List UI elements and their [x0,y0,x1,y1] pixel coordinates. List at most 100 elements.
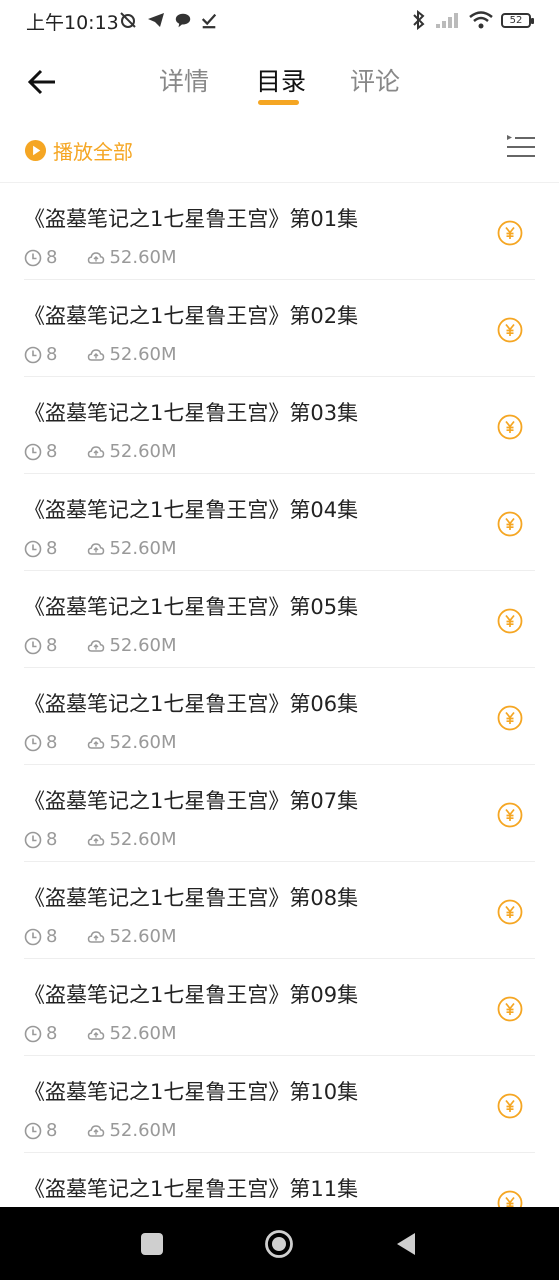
yuan-coin-icon[interactable] [497,1190,523,1207]
yuan-coin-icon[interactable] [497,414,523,440]
episode-row[interactable]: 《盗墓笔记之1七星鲁王宫》第07集 8 52.60M [24,765,535,862]
cloud-upload-icon [88,833,105,846]
episode-size-group: 52.60M [87,1120,177,1141]
episode-meta: 8 52.60M [24,829,177,850]
episode-size: 52.60M [109,1023,177,1044]
sort-list-icon[interactable] [505,132,537,164]
episode-size: 52.60M [109,635,177,656]
chat-bubble-icon [175,13,191,28]
episode-meta: 8 52.60M [24,635,177,656]
episode-size: 52.60M [109,829,177,850]
status-bar: 上午10:13 52 [0,0,559,44]
episode-row[interactable]: 《盗墓笔记之1七星鲁王宫》第08集 8 52.60M [24,862,535,959]
episode-duration: 8 [46,635,58,656]
episode-duration: 8 [46,926,58,947]
episode-meta: 8 52.60M [24,344,177,365]
episode-list[interactable]: 《盗墓笔记之1七星鲁王宫》第01集 8 52.60M 《盗墓笔记之1七星鲁王宫》… [0,183,559,1207]
episode-row[interactable]: 《盗墓笔记之1七星鲁王宫》第01集 8 52.60M [24,183,535,280]
episode-title: 《盗墓笔记之1七星鲁王宫》第08集 [24,886,359,910]
clock-icon [24,831,42,848]
episode-size-group: 52.60M [87,1023,177,1044]
episode-title: 《盗墓笔记之1七星鲁王宫》第11集 [24,1177,359,1201]
system-nav-bar [0,1207,559,1280]
yuan-coin-icon[interactable] [497,899,523,925]
yuan-coin-icon[interactable] [497,608,523,634]
status-left-icons [118,10,218,30]
episode-title: 《盗墓笔记之1七星鲁王宫》第05集 [24,595,359,619]
yuan-coin-icon[interactable] [497,996,523,1022]
episode-title: 《盗墓笔记之1七星鲁王宫》第09集 [24,983,359,1007]
episode-size-group: 52.60M [87,441,177,462]
episode-row[interactable]: 《盗墓笔记之1七星鲁王宫》第09集 8 52.60M [24,959,535,1056]
signal-icon [436,13,458,28]
episode-duration: 8 [46,538,58,559]
cloud-upload-icon [88,1124,105,1137]
episode-size-group: 52.60M [87,926,177,947]
episode-row[interactable]: 《盗墓笔记之1七星鲁王宫》第06集 8 52.60M [24,668,535,765]
status-time: 上午10:13 [26,12,119,34]
back-triangle-icon[interactable] [392,1229,422,1259]
yuan-coin-icon[interactable] [497,705,523,731]
episode-title: 《盗墓笔记之1七星鲁王宫》第10集 [24,1080,359,1104]
yuan-coin-icon[interactable] [497,1093,523,1119]
telegram-icon [148,13,164,27]
episode-size-group: 52.60M [87,538,177,559]
clock-icon [24,928,42,945]
episode-row[interactable]: 《盗墓笔记之1七星鲁王宫》第03集 8 52.60M [24,377,535,474]
clock-icon [24,1025,42,1042]
play-all-button[interactable]: 播放全部 [24,136,133,165]
cloud-upload-icon [88,542,105,555]
yuan-coin-icon[interactable] [497,220,523,246]
episode-title: 《盗墓笔记之1七星鲁王宫》第07集 [24,789,359,813]
recents-square-icon[interactable] [137,1229,167,1259]
episode-size: 52.60M [109,538,177,559]
cloud-upload-icon [88,736,105,749]
clock-icon [24,637,42,654]
play-all-label: 播放全部 [53,140,133,164]
episode-meta: 8 52.60M [24,732,177,753]
episode-row[interactable]: 《盗墓笔记之1七星鲁王宫》第05集 8 52.60M [24,571,535,668]
yuan-coin-icon[interactable] [497,802,523,828]
episode-duration: 8 [46,1023,58,1044]
clock-icon [24,540,42,557]
clock-icon [24,1122,42,1139]
episode-size: 52.60M [109,441,177,462]
episode-row[interactable]: 《盗墓笔记之1七星鲁王宫》第04集 8 52.60M [24,474,535,571]
clock-icon [24,249,42,266]
episode-meta: 8 52.60M [24,441,177,462]
header: 详情 目录 评论 [0,44,559,118]
episode-size-group: 52.60M [87,344,177,365]
clock-icon [24,346,42,363]
bluetooth-icon [413,10,425,30]
episode-size: 52.60M [109,732,177,753]
tab-comments[interactable]: 评论 [350,62,400,98]
cloud-upload-icon [88,930,105,943]
episode-size-group: 52.60M [87,732,177,753]
episode-meta: 8 52.60M [24,926,177,947]
episode-duration: 8 [46,247,58,268]
episode-duration: 8 [46,1120,58,1141]
yuan-coin-icon[interactable] [497,511,523,537]
episode-row[interactable]: 《盗墓笔记之1七星鲁王宫》第11集 8 52.60M [24,1153,535,1207]
episode-meta: 8 52.60M [24,1023,177,1044]
episode-row[interactable]: 《盗墓笔记之1七星鲁王宫》第10集 8 52.60M [24,1056,535,1153]
clock-icon [24,443,42,460]
episode-size: 52.60M [109,1120,177,1141]
cloud-upload-icon [88,1027,105,1040]
alarm-off-icon [120,12,136,28]
tab-catalog[interactable]: 目录 [256,62,306,98]
home-circle-icon[interactable] [264,1229,294,1259]
episode-title: 《盗墓笔记之1七星鲁王宫》第02集 [24,304,359,328]
episode-size-group: 52.60M [87,635,177,656]
play-circle-icon [24,139,47,162]
episode-duration: 8 [46,344,58,365]
wifi-icon [469,11,493,29]
battery-icon: 52 [501,12,534,28]
episode-title: 《盗墓笔记之1七星鲁王宫》第01集 [24,207,359,231]
episode-meta: 8 52.60M [24,1120,177,1141]
cloud-upload-icon [88,348,105,361]
battery-level: 52 [509,14,523,26]
tab-details[interactable]: 详情 [159,62,209,98]
episode-row[interactable]: 《盗墓笔记之1七星鲁王宫》第02集 8 52.60M [24,280,535,377]
yuan-coin-icon[interactable] [497,317,523,343]
